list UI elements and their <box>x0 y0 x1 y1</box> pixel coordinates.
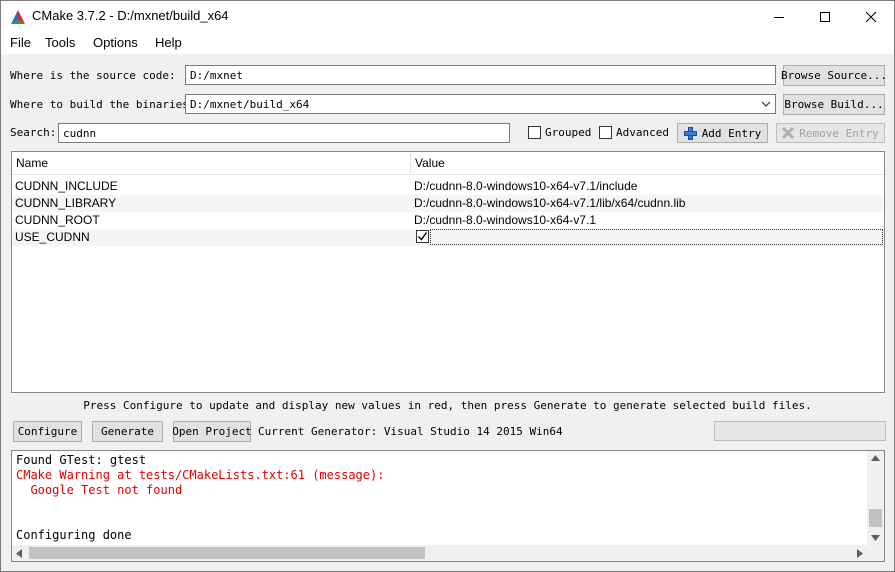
focus-rect <box>430 229 883 245</box>
chevron-down-icon[interactable] <box>761 101 771 108</box>
advanced-checkbox[interactable] <box>599 126 612 139</box>
maximize-button[interactable] <box>802 1 848 32</box>
current-generator: Current Generator: Visual Studio 14 2015… <box>258 425 563 438</box>
remove-icon <box>782 127 795 139</box>
checkmark-icon <box>418 232 428 241</box>
menu-tools[interactable]: Tools <box>45 35 75 50</box>
grouped-checkbox[interactable] <box>528 126 541 139</box>
row-value[interactable]: D:/cudnn-8.0-windows10-x64-v7.1/lib/x64/… <box>414 196 685 210</box>
add-entry-button[interactable]: Add Entry <box>677 123 768 143</box>
column-header-value[interactable]: Value <box>415 156 445 170</box>
browse-build-button[interactable]: Browse Build... <box>783 94 885 115</box>
table-row[interactable]: CUDNN_LIBRARY D:/cudnn-8.0-windows10-x64… <box>12 195 884 212</box>
title-bar: CMake 3.7.2 - D:/mxnet/build_x64 <box>1 1 894 32</box>
close-icon <box>865 11 877 22</box>
vertical-scrollbar[interactable] <box>867 451 884 545</box>
horizontal-scroll-thumb[interactable] <box>29 547 425 559</box>
scroll-right-icon[interactable] <box>857 549 863 558</box>
column-header-name[interactable]: Name <box>16 156 48 170</box>
table-row[interactable]: CUDNN_ROOT D:/cudnn-8.0-windows10-x64-v7… <box>12 212 884 229</box>
cmake-window: CMake 3.7.2 - D:/mxnet/build_x64 File To… <box>0 0 895 572</box>
table-row[interactable]: USE_CUDNN <box>12 229 884 246</box>
hint-text: Press Configure to update and display ne… <box>83 399 812 412</box>
minimize-button[interactable] <box>756 1 802 32</box>
use-cudnn-checkbox[interactable] <box>416 230 429 243</box>
window-title: CMake 3.7.2 - D:/mxnet/build_x64 <box>32 8 229 23</box>
row-name: USE_CUDNN <box>15 230 90 244</box>
remove-entry-label: Remove Entry <box>799 126 879 140</box>
source-label: Where is the source code: <box>10 69 176 82</box>
cmake-logo-icon <box>11 10 25 24</box>
log-line: CMake Warning at tests/CMakeLists.txt:61… <box>16 468 385 482</box>
row-value[interactable]: D:/cudnn-8.0-windows10-x64-v7.1 <box>414 213 596 227</box>
source-path-input[interactable]: D:/mxnet <box>185 65 776 85</box>
row-name: CUDNN_INCLUDE <box>15 179 118 193</box>
scroll-up-icon[interactable] <box>871 455 880 461</box>
remove-entry-button[interactable]: Remove Entry <box>776 123 885 143</box>
column-divider[interactable] <box>410 152 411 174</box>
horizontal-scrollbar[interactable] <box>12 545 884 561</box>
build-path-combobox[interactable]: D:/mxnet/build_x64 <box>185 94 776 114</box>
log-line: Configuring done <box>16 528 132 542</box>
maximize-icon <box>820 11 830 22</box>
output-log[interactable]: Found GTest: gtest CMake Warning at test… <box>11 450 885 562</box>
advanced-label[interactable]: Advanced <box>616 126 669 139</box>
search-label: Search: <box>10 126 57 139</box>
menu-options[interactable]: Options <box>93 35 138 50</box>
progress-bar <box>714 421 886 441</box>
search-input[interactable]: cudnn <box>58 123 510 143</box>
open-project-button[interactable]: Open Project <box>172 421 252 442</box>
scroll-left-icon[interactable] <box>16 549 22 558</box>
browse-source-button[interactable]: Browse Source... <box>781 65 887 86</box>
menu-file[interactable]: File <box>10 35 31 50</box>
scroll-down-icon[interactable] <box>871 535 880 541</box>
grouped-label[interactable]: Grouped <box>545 126 591 139</box>
plus-icon <box>683 126 697 140</box>
build-path-value: D:/mxnet/build_x64 <box>190 98 310 111</box>
generate-button[interactable]: Generate <box>92 421 163 442</box>
table-row[interactable]: CUDNN_INCLUDE D:/cudnn-8.0-windows10-x64… <box>12 178 884 195</box>
add-entry-label: Add Entry <box>701 126 762 140</box>
vertical-scroll-thumb[interactable] <box>869 509 882 527</box>
cache-table: Name Value CUDNN_INCLUDE D:/cudnn-8.0-wi… <box>11 151 885 393</box>
build-label: Where to build the binaries: <box>10 98 196 111</box>
row-name: CUDNN_LIBRARY <box>15 196 117 210</box>
menu-help[interactable]: Help <box>155 35 182 50</box>
log-line: Found GTest: gtest <box>16 453 147 467</box>
row-name: CUDNN_ROOT <box>15 213 100 227</box>
configure-button[interactable]: Configure <box>13 421 82 442</box>
log-line: Google Test not found <box>16 483 183 497</box>
close-button[interactable] <box>848 1 894 32</box>
menu-bar: File Tools Options Help <box>1 32 894 54</box>
table-header: Name Value <box>12 152 884 175</box>
minimize-icon <box>774 16 784 18</box>
row-value[interactable]: D:/cudnn-8.0-windows10-x64-v7.1/include <box>414 179 637 193</box>
